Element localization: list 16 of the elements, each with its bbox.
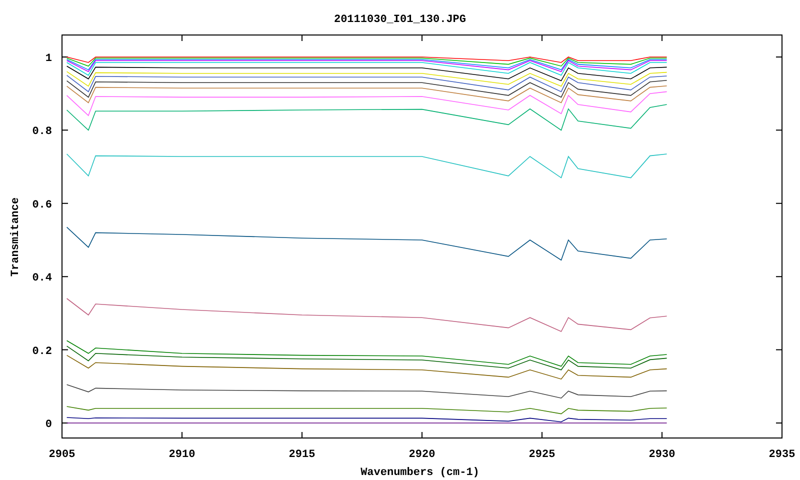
tick-label: 0.2 <box>32 346 52 358</box>
tick-label: 0 <box>45 419 52 431</box>
chart-title: 20111030_I01_130.JPG <box>334 14 466 26</box>
tick-label: 0.6 <box>32 199 52 212</box>
axis-label: Transmitance <box>10 197 22 277</box>
tick-label: 2905 <box>48 449 76 461</box>
tick-label: 0.4 <box>32 272 52 285</box>
tick-label: 2915 <box>288 449 316 461</box>
axis-label: Wavenumbers (cm-1) <box>360 467 480 479</box>
tick-label: 2925 <box>528 449 556 461</box>
tick-label: 2930 <box>648 449 676 461</box>
tick-label: 1 <box>45 52 52 65</box>
tick-label: 0.8 <box>32 126 52 138</box>
tick-label: 2935 <box>768 449 796 461</box>
tick-label: 2910 <box>168 449 196 461</box>
tick-label: 2920 <box>408 449 436 461</box>
